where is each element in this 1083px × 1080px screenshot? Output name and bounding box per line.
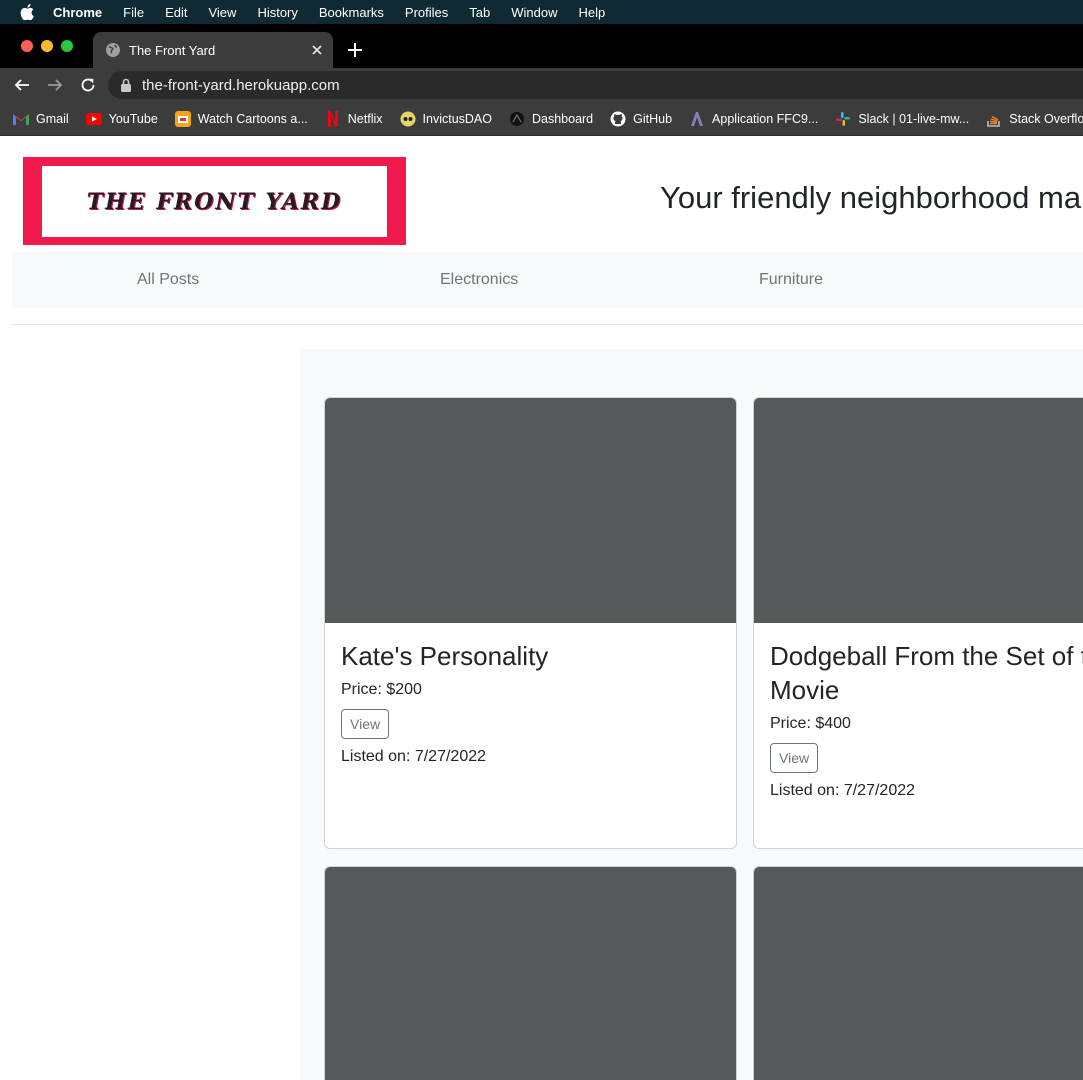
menu-help[interactable]: Help: [579, 5, 606, 20]
address-bar[interactable]: the-front-yard.herokuapp.com: [108, 71, 1083, 99]
post-image-placeholder: [325, 398, 736, 623]
menu-history[interactable]: History: [257, 5, 297, 20]
forward-icon[interactable]: [43, 73, 67, 97]
post-card: Kate's Personality Price: $200 View List…: [324, 397, 737, 849]
view-button[interactable]: View: [341, 709, 390, 739]
post-image-placeholder: [754, 398, 1083, 623]
web-page: The Front Yard Your friendly neighborhoo…: [0, 136, 1083, 1080]
post-card: [324, 866, 737, 1080]
bookmark-github[interactable]: GitHub: [610, 111, 672, 127]
macos-menubar: Chrome File Edit View History Bookmarks …: [0, 0, 1083, 24]
tab-title: The Front Yard: [129, 42, 216, 58]
gmail-icon: [13, 111, 29, 127]
bookmark-gmail[interactable]: Gmail: [13, 111, 69, 127]
divider: [12, 324, 1083, 325]
logo-text: The Front Yard: [86, 188, 343, 215]
post-card-body: Dodgeball From the Set of the Movie Pric…: [754, 623, 1083, 816]
cartoons-icon: [174, 110, 191, 127]
maximize-window-button[interactable]: [61, 40, 73, 52]
menu-file[interactable]: File: [123, 5, 144, 20]
browser-tab[interactable]: The Front Yard: [93, 32, 333, 68]
globe-icon: [105, 42, 121, 58]
nav-furniture[interactable]: Furniture: [759, 271, 823, 289]
site-logo[interactable]: The Front Yard: [23, 157, 406, 245]
nav-electronics[interactable]: Electronics: [440, 271, 518, 289]
menu-edit[interactable]: Edit: [165, 5, 187, 20]
post-card: [753, 866, 1083, 1080]
bookmark-application[interactable]: Application FFC9...: [689, 111, 818, 127]
nav-all-posts[interactable]: All Posts: [137, 271, 199, 289]
bookmark-stackoverflow[interactable]: Stack Overflow: [986, 111, 1083, 127]
post-image-placeholder: [325, 867, 736, 1080]
logo-inner: The Front Yard: [42, 166, 387, 237]
back-icon[interactable]: [10, 73, 34, 97]
bookmark-slack[interactable]: Slack | 01-live-mw...: [835, 111, 969, 127]
bookmark-invictusdao[interactable]: InvictusDAO: [400, 111, 492, 127]
bookmarks-bar: Gmail YouTube Watch Cartoons a... Netfli…: [0, 102, 1083, 136]
tab-strip: The Front Yard: [0, 24, 1083, 68]
menu-chrome[interactable]: Chrome: [53, 5, 102, 20]
menu-bookmarks[interactable]: Bookmarks: [319, 5, 384, 20]
post-listed-date: Listed on: 7/27/2022: [341, 748, 487, 765]
bookmark-cartoons[interactable]: Watch Cartoons a...: [174, 110, 308, 127]
bookmark-youtube[interactable]: YouTube: [85, 111, 158, 127]
site-tagline: Your friendly neighborhood marketplace: [660, 180, 1083, 215]
posts-container: Kate's Personality Price: $200 View List…: [300, 349, 1083, 1080]
bookmark-netflix[interactable]: Netflix: [325, 110, 383, 127]
minimize-window-button[interactable]: [41, 40, 53, 52]
post-card-body: Kate's Personality Price: $200 View List…: [325, 623, 736, 782]
post-title: Dodgeball From the Set of the Movie: [770, 641, 1083, 705]
apple-icon[interactable]: [19, 4, 35, 20]
reload-icon[interactable]: [76, 73, 100, 97]
github-icon: [610, 111, 626, 127]
post-card: Dodgeball From the Set of the Movie Pric…: [753, 397, 1083, 849]
dashboard-icon: [509, 111, 525, 127]
post-price: Price: $400: [770, 715, 851, 732]
application-icon: [689, 111, 705, 127]
invictus-icon: [400, 111, 416, 127]
close-window-button[interactable]: [21, 40, 33, 52]
netflix-icon: [325, 110, 341, 127]
close-icon[interactable]: [307, 40, 327, 60]
post-title: Kate's Personality: [341, 641, 549, 671]
youtube-icon: [85, 111, 102, 127]
stackoverflow-icon: [986, 111, 1002, 127]
bookmark-dashboard[interactable]: Dashboard: [509, 111, 593, 127]
view-button[interactable]: View: [770, 743, 819, 773]
new-tab-button[interactable]: [343, 38, 367, 62]
menu-view[interactable]: View: [208, 5, 236, 20]
category-navbar: All Posts Electronics Furniture: [12, 252, 1083, 308]
post-price: Price: $200: [341, 681, 422, 698]
lock-icon[interactable]: [120, 78, 132, 92]
menu-window[interactable]: Window: [511, 5, 557, 20]
menu-tab[interactable]: Tab: [469, 5, 490, 20]
post-image-placeholder: [754, 867, 1083, 1080]
menu-profiles[interactable]: Profiles: [405, 5, 448, 20]
post-listed-date: Listed on: 7/27/2022: [770, 782, 916, 799]
url-text: the-front-yard.herokuapp.com: [142, 76, 340, 94]
browser-toolbar: the-front-yard.herokuapp.com: [0, 68, 1083, 102]
slack-icon: [835, 111, 851, 127]
